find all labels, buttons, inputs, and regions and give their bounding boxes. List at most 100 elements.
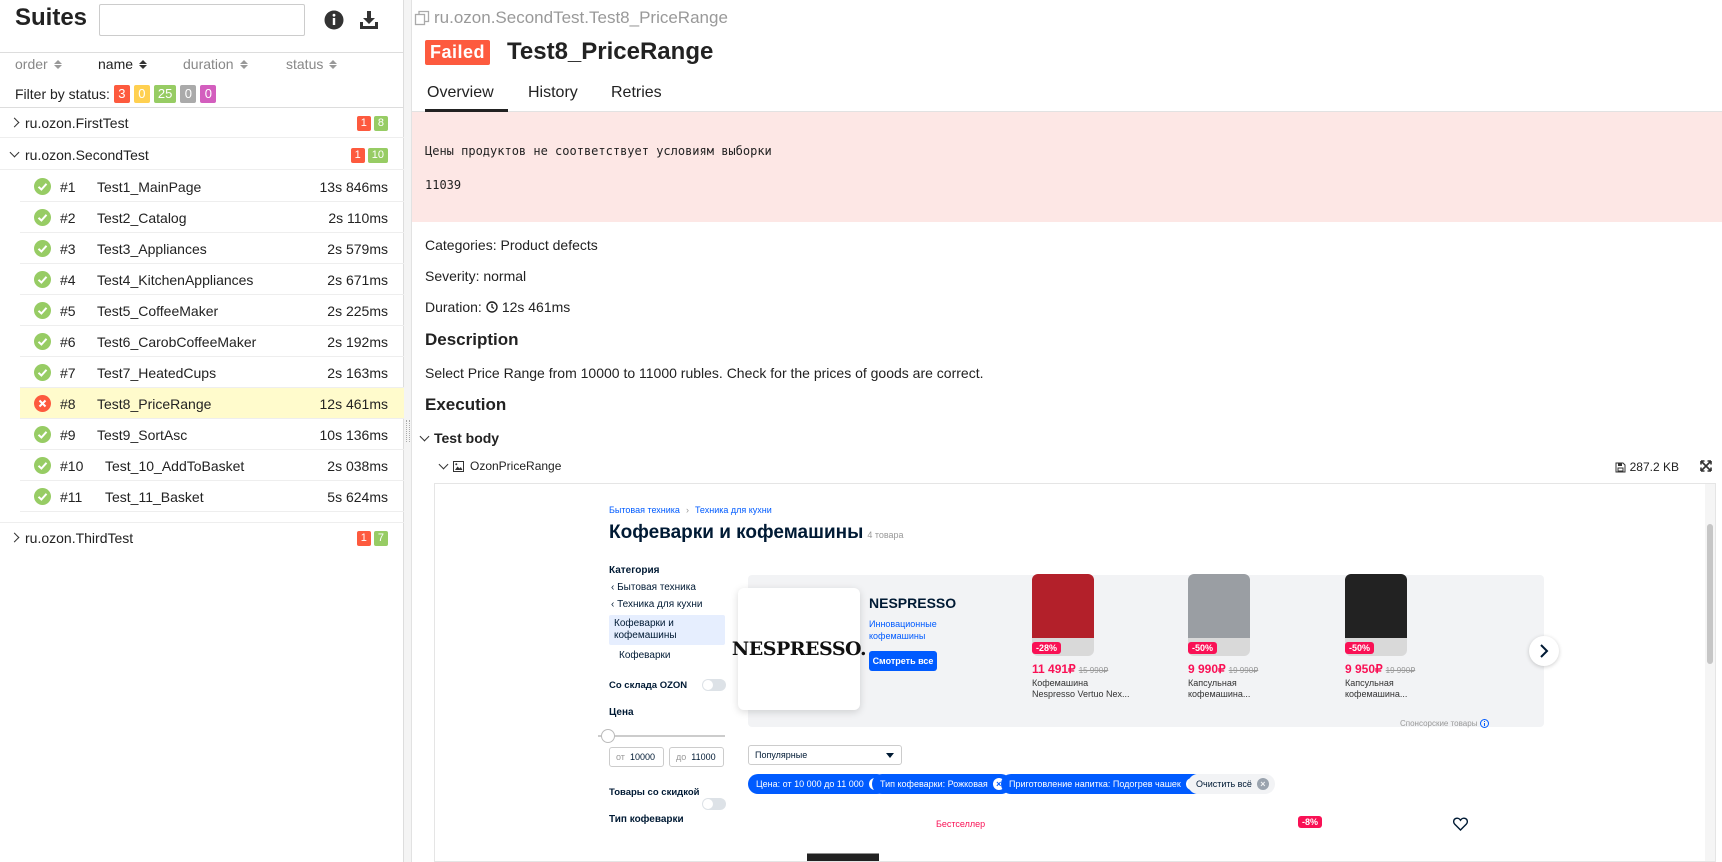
sort-by-name[interactable]: name xyxy=(98,56,148,72)
description-heading: Description xyxy=(425,330,519,349)
severity-value: normal xyxy=(483,268,527,284)
ozon-sponsored-note: Спонсорские товары xyxy=(1400,719,1490,728)
sort-by-duration[interactable]: duration xyxy=(183,56,248,72)
test-number: #5 xyxy=(60,303,76,319)
test-row[interactable]: #9 Test9_SortAsc 10s 136ms xyxy=(20,419,404,450)
attachment-header[interactable]: OzonPriceRange xyxy=(438,459,561,473)
test-row[interactable]: #5 Test5_CoffeeMaker 2s 225ms xyxy=(20,295,404,326)
ozon-discount-badge: -50% xyxy=(1345,642,1375,654)
suite-group-firsttest[interactable]: ru.ozon.FirstTest 1 8 xyxy=(0,108,404,138)
ozon-price-slider[interactable] xyxy=(598,729,725,743)
ozon-brand-tagline: Инновационные кофемашины xyxy=(869,619,937,641)
test-row[interactable]: #11 Test_11_Basket 5s 624ms xyxy=(20,481,404,512)
scrollbar-thumb[interactable] xyxy=(1707,524,1713,664)
filter-passed-badge[interactable]: 25 xyxy=(153,85,177,103)
chip-close-icon[interactable]: × xyxy=(1256,778,1269,790)
ozon-slider-knob[interactable] xyxy=(601,729,615,743)
ozon-crumb-kitchen[interactable]: Техника для кухни xyxy=(695,505,772,515)
suite-group-secondtest[interactable]: ru.ozon.SecondTest 1 10 xyxy=(0,140,404,170)
filter-skipped-badge[interactable]: 0 xyxy=(180,85,197,103)
ozon-discount-label: Товары со скидкой xyxy=(609,787,700,798)
test-details-pane: ru.ozon.SecondTest.Test8_PriceRange Fail… xyxy=(412,0,1722,862)
ozon-discount-toggle[interactable] xyxy=(702,798,726,810)
breadcrumb: ru.ozon.SecondTest.Test8_PriceRange xyxy=(414,8,728,28)
carousel-next-icon[interactable] xyxy=(1529,636,1559,666)
ozon-price-to-value: 11000 xyxy=(691,752,716,762)
sort-by-order[interactable]: order xyxy=(15,56,62,72)
ozon-filter-chip-heating[interactable]: Приготовление напитка: Подогрев чашек× xyxy=(1001,774,1204,794)
ozon-filter-chip-type[interactable]: Тип кофеварки: Рожковая × xyxy=(872,774,1011,794)
ozon-product-name[interactable]: Кофемашина Nespresso Vertuo Nex... xyxy=(1032,678,1130,700)
ozon-product-image[interactable] xyxy=(807,839,879,861)
categories-value: Product defects xyxy=(500,237,598,253)
test-row[interactable]: #2 Test2_Catalog 2s 110ms xyxy=(20,202,404,233)
test-number: #9 xyxy=(60,427,76,443)
passed-status-icon xyxy=(34,457,51,474)
ozon-product-name[interactable]: Капсульная кофемашина... xyxy=(1345,678,1407,700)
ozon-category-back-appliances[interactable]: ‹ Бытовая техника xyxy=(611,582,696,593)
sort-arrows-icon xyxy=(53,59,62,69)
ozon-price-from-input[interactable]: от 10000 xyxy=(609,747,664,767)
suite-counts: 1 10 xyxy=(350,148,388,163)
suite-group-name: ru.ozon.FirstTest xyxy=(25,115,129,131)
ozon-page-title: Кофеварки и кофемашины xyxy=(609,522,864,543)
test-row[interactable]: #10 Test_10_AddToBasket 2s 038ms xyxy=(20,450,404,481)
test-row[interactable]: #1 Test1_MainPage 13s 846ms xyxy=(20,171,404,202)
info-icon[interactable] xyxy=(322,8,346,32)
ozon-category-heading: Категория xyxy=(609,565,660,576)
ozon-warehouse-toggle[interactable] xyxy=(702,679,726,691)
ozon-crumb-appliances[interactable]: Бытовая техника xyxy=(609,505,680,515)
filter-unknown-badge[interactable]: 0 xyxy=(200,85,217,103)
ozon-sort-select[interactable]: Популярные xyxy=(748,745,902,765)
ozon-clear-all-chip[interactable]: Очистить всё × xyxy=(1188,774,1275,794)
ozon-brand-banner[interactable] xyxy=(748,575,1544,727)
test-row[interactable]: #4 Test4_KitchenAppliances 2s 671ms xyxy=(20,264,404,295)
ozon-current-price: 9 990₽ xyxy=(1188,662,1226,676)
test-row[interactable]: #7 Test7_HeatedCups 2s 163ms xyxy=(20,357,404,388)
ozon-brand-logo-card[interactable]: NESPRESSO. xyxy=(732,588,867,710)
ozon-brand-name: NESPRESSO xyxy=(869,595,957,611)
passed-count-badge: 7 xyxy=(373,531,388,546)
favorite-heart-icon[interactable] xyxy=(1452,817,1469,836)
ozon-page-heading: Кофеварки и кофемашины 4 товара xyxy=(609,522,904,544)
test-row[interactable]: #6 Test6_CarobCoffeeMaker 2s 192ms xyxy=(20,326,404,357)
test-row[interactable]: #3 Test3_Appliances 2s 579ms xyxy=(20,233,404,264)
test-duration: 5s 624ms xyxy=(327,489,388,505)
test-name: Test1_MainPage xyxy=(97,179,202,195)
error-message-block: Цены продуктов не соответствует условиям… xyxy=(412,112,1722,222)
ozon-item-count: 4 товара xyxy=(867,530,904,540)
expand-icon[interactable] xyxy=(1700,459,1712,477)
filter-broken-badge[interactable]: 0 xyxy=(133,85,150,103)
passed-status-icon xyxy=(34,426,51,443)
suites-search-input[interactable] xyxy=(99,4,305,36)
step-test-body[interactable]: Test body xyxy=(419,430,499,446)
tab-retries[interactable]: Retries xyxy=(609,84,664,112)
info-icon[interactable] xyxy=(1480,719,1490,728)
ozon-brand-see-all-button[interactable]: Смотреть все xyxy=(869,651,937,671)
test-row[interactable]: #8 Test8_PriceRange 12s 461ms xyxy=(20,388,404,419)
download-icon[interactable] xyxy=(357,8,381,32)
ozon-filter-chip-price[interactable]: Цена: от 10 000 до 11 000× xyxy=(748,774,887,794)
tab-overview[interactable]: Overview xyxy=(425,84,508,112)
clock-icon xyxy=(486,301,498,313)
file-icon xyxy=(1615,462,1626,472)
ozon-product-name-line: Кофемашина xyxy=(1032,678,1089,688)
copy-icon[interactable] xyxy=(414,10,430,26)
screenshot-scrollbar[interactable] xyxy=(1705,484,1715,861)
ozon-price-to-input[interactable]: до 11000 xyxy=(669,747,724,767)
ozon-category-sub[interactable]: Кофеварки xyxy=(619,650,670,661)
pane-splitter[interactable] xyxy=(404,0,412,862)
ozon-category-back-kitchen[interactable]: ‹ Техника для кухни xyxy=(611,599,703,610)
filter-failed-badge[interactable]: 3 xyxy=(113,85,130,103)
tab-history[interactable]: History xyxy=(526,84,580,112)
suite-group-thirdtest[interactable]: ru.ozon.ThirdTest 1 7 xyxy=(0,522,404,552)
ozon-product-name[interactable]: Капсульная кофемашина... xyxy=(1188,678,1250,700)
ozon-clear-all-label: Очистить всё xyxy=(1196,779,1252,789)
filter-label: Filter by status: xyxy=(15,86,110,102)
passed-count-badge: 8 xyxy=(373,116,388,131)
passed-status-icon xyxy=(34,364,51,381)
test-name: Test7_HeatedCups xyxy=(97,365,217,381)
ozon-category-selected[interactable]: Кофеварки и кофемашины xyxy=(609,615,725,645)
sort-by-status[interactable]: status xyxy=(286,56,338,72)
crumb-separator-icon: › xyxy=(685,505,689,515)
